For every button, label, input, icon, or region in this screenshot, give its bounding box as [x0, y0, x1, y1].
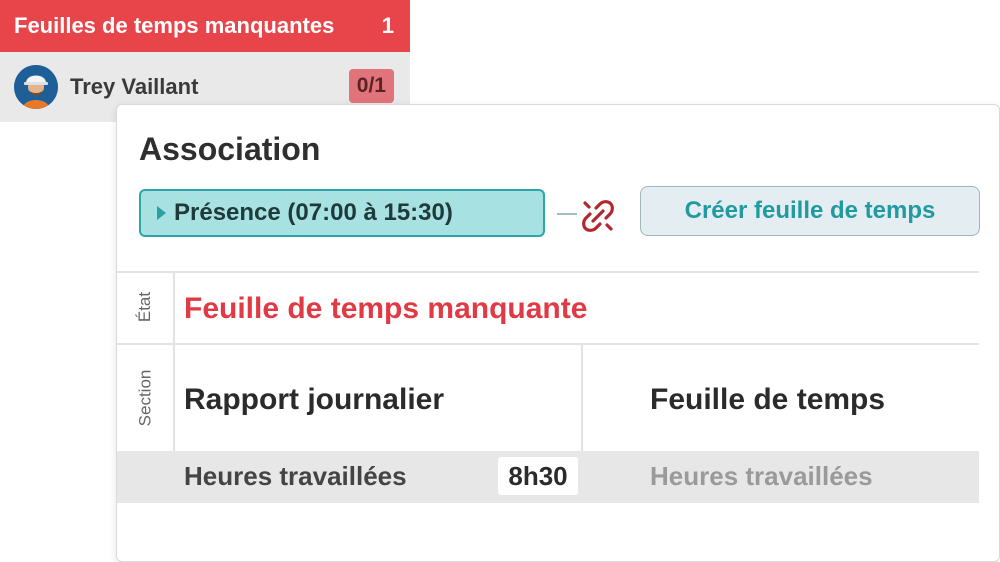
- timesheet-count-badge: 0/1: [348, 69, 394, 103]
- hours-worked-value: 8h30: [498, 457, 578, 495]
- timesheet-hours-label: Heures travaillées: [650, 461, 873, 491]
- missing-timesheets-title: Feuilles de temps manquantes: [14, 13, 335, 38]
- presence-chip[interactable]: Présence (07:00 à 15:30): [139, 189, 545, 237]
- divider: [117, 343, 979, 345]
- caret-right-icon: [157, 206, 166, 220]
- divider: [581, 345, 583, 451]
- divider: [173, 271, 175, 451]
- section-timesheet: Feuille de temps: [650, 383, 886, 416]
- association-title: Association: [139, 131, 321, 167]
- status-value: Feuille de temps manquante: [184, 292, 588, 325]
- missing-timesheets-header[interactable]: Feuilles de temps manquantes 1: [0, 0, 410, 52]
- employee-name: Trey Vaillant: [70, 74, 199, 99]
- section-side-label: Section: [135, 369, 155, 427]
- divider: [117, 271, 979, 273]
- broken-link-icon[interactable]: [581, 199, 615, 233]
- worker-avatar: [14, 65, 58, 109]
- missing-timesheets-count: 1: [381, 13, 394, 38]
- create-timesheet-button[interactable]: Créer feuille de temps: [640, 186, 980, 236]
- link-connector: [557, 213, 577, 215]
- presence-label: Présence (07:00 à 15:30): [174, 199, 453, 226]
- status-side-label: État: [135, 291, 154, 323]
- hours-worked-label: Heures travaillées: [184, 461, 407, 491]
- section-daily-report: Rapport journalier: [184, 383, 445, 416]
- association-card: Association Présence (07:00 à 15:30) Cré…: [116, 104, 1000, 562]
